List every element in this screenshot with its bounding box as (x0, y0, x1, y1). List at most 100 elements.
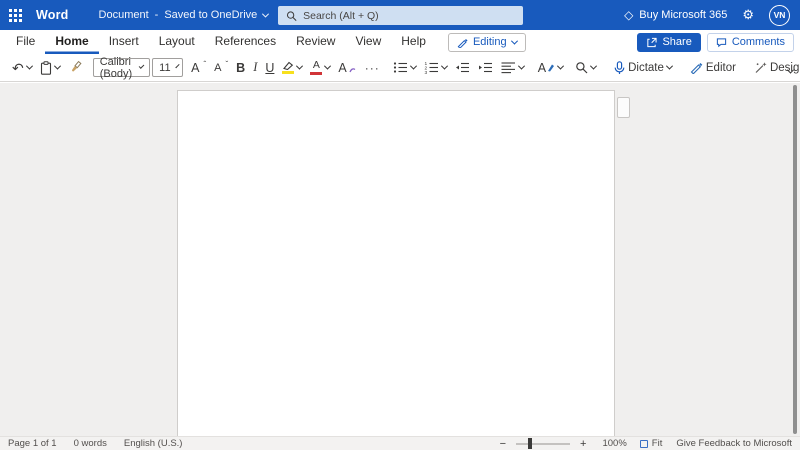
zoom-out-button[interactable]: − (496, 438, 510, 450)
decrease-indent-button[interactable] (451, 57, 474, 79)
italic-button[interactable]: I (249, 57, 261, 79)
chevron-down-icon (409, 62, 417, 70)
menubar-right: Share Comments (637, 32, 794, 52)
alignment-button[interactable] (497, 57, 528, 79)
chevron-down-icon (557, 62, 565, 70)
search-box[interactable] (278, 6, 523, 25)
numbered-list-button[interactable]: 123 (420, 57, 451, 79)
text-effects-accent-icon (349, 67, 356, 72)
font-color-button[interactable]: A (306, 57, 334, 79)
bullet-list-icon (393, 62, 407, 73)
format-painter-button[interactable] (64, 57, 87, 79)
language[interactable]: English (U.S.) (124, 438, 183, 449)
chevron-down-icon[interactable] (262, 10, 270, 18)
document-title[interactable]: Document - Saved to OneDrive (98, 9, 270, 21)
undo-button[interactable]: ↶ (8, 57, 36, 79)
shrink-font-button[interactable]: A ˇ (210, 57, 232, 79)
zoom-slider[interactable] (516, 438, 571, 449)
grow-font-icon: A (191, 60, 200, 75)
highlighter-icon (282, 61, 295, 74)
styles-pen-icon (548, 64, 555, 72)
text-effects-icon: A (338, 60, 347, 75)
chevron-down-icon (25, 62, 33, 70)
page-margin-tab[interactable] (617, 97, 630, 118)
increase-indent-icon (478, 62, 492, 73)
buy-microsoft-365-button[interactable]: ◇ Buy Microsoft 365 (624, 9, 727, 21)
align-text-icon (501, 62, 515, 74)
tab-references[interactable]: References (205, 30, 286, 54)
zoom-slider-handle[interactable] (528, 438, 532, 449)
share-icon (647, 37, 658, 47)
paste-button[interactable] (36, 57, 64, 79)
fit-to-page-button[interactable]: Fit (639, 438, 663, 449)
tab-review[interactable]: Review (286, 30, 345, 54)
styles-icon: A (537, 60, 547, 75)
editor-button[interactable]: Editor (686, 57, 740, 79)
bold-icon: B (236, 60, 246, 75)
fit-icon (639, 439, 648, 448)
feedback-link[interactable]: Give Feedback to Microsoft (676, 438, 792, 449)
styles-button[interactable]: A (534, 57, 567, 79)
find-button[interactable] (571, 57, 600, 79)
fit-label: Fit (651, 438, 663, 449)
document-canvas (0, 83, 800, 438)
comment-icon (716, 37, 726, 47)
editing-mode-button[interactable]: Editing (447, 32, 526, 52)
bold-button[interactable]: B (232, 57, 249, 79)
grow-font-button[interactable]: A ˆ (187, 57, 210, 79)
comments-label: Comments (731, 36, 785, 48)
zoom-level[interactable]: 100% (602, 438, 626, 449)
undo-icon: ↶ (12, 59, 24, 76)
tab-home[interactable]: Home (45, 30, 98, 54)
font-name-select[interactable]: Calibri (Body) (92, 55, 151, 80)
bullet-list-button[interactable] (389, 57, 420, 79)
account-avatar[interactable]: VN (769, 4, 790, 26)
dictate-label: Dictate (628, 61, 664, 74)
underline-icon: U (265, 60, 275, 75)
share-button[interactable]: Share (637, 32, 701, 52)
tab-view[interactable]: View (345, 30, 391, 54)
page-count[interactable]: Page 1 of 1 (8, 438, 57, 449)
more-font-options-button[interactable]: ··· (360, 61, 385, 75)
comments-button[interactable]: Comments (706, 32, 794, 52)
tab-layout[interactable]: Layout (149, 30, 205, 54)
find-icon (576, 62, 588, 74)
clipboard-icon (40, 60, 51, 75)
shrink-font-icon: A (214, 61, 222, 74)
format-painter-icon (71, 60, 82, 72)
dictate-button[interactable]: Dictate (610, 57, 676, 79)
font-size-select[interactable]: 11 (152, 58, 184, 77)
chevron-down-icon (138, 63, 145, 69)
tab-insert[interactable]: Insert (99, 30, 149, 54)
search-input[interactable] (303, 9, 515, 22)
document-name: Document (98, 9, 149, 21)
font-name-value: Calibri (Body) (99, 55, 133, 80)
chevron-down-icon (510, 37, 518, 45)
designer-button[interactable]: Designer (750, 57, 800, 79)
text-effects-button[interactable]: A (334, 57, 359, 79)
increase-indent-button[interactable] (474, 57, 497, 79)
vertical-scrollbar[interactable] (793, 85, 797, 434)
settings-gear-icon[interactable]: ⚙ (742, 7, 754, 23)
underline-button[interactable]: U (261, 57, 278, 79)
chevron-down-icon (590, 62, 598, 70)
editing-label: Editing (472, 36, 507, 48)
chevron-down-icon (174, 63, 180, 69)
editor-label: Editor (705, 61, 736, 74)
tab-help[interactable]: Help (391, 30, 436, 54)
app-name: Word (36, 8, 69, 22)
document-page[interactable] (177, 90, 615, 438)
titlebar: Word Document - Saved to OneDrive ◇ Buy … (0, 0, 800, 30)
zoom-in-button[interactable]: + (576, 438, 590, 450)
waffle-icon (8, 8, 22, 22)
shrink-mark: ˇ (225, 60, 229, 69)
designer-wand-icon (755, 62, 767, 73)
diamond-icon: ◇ (624, 8, 634, 22)
highlight-color-button[interactable] (278, 57, 306, 79)
word-count[interactable]: 0 words (74, 438, 107, 449)
font-color-icon: A (310, 60, 323, 75)
microphone-icon (614, 60, 625, 74)
word-web-app: Word Document - Saved to OneDrive ◇ Buy … (0, 0, 800, 450)
app-launcher-button[interactable] (0, 0, 30, 30)
tab-file[interactable]: File (6, 30, 45, 54)
